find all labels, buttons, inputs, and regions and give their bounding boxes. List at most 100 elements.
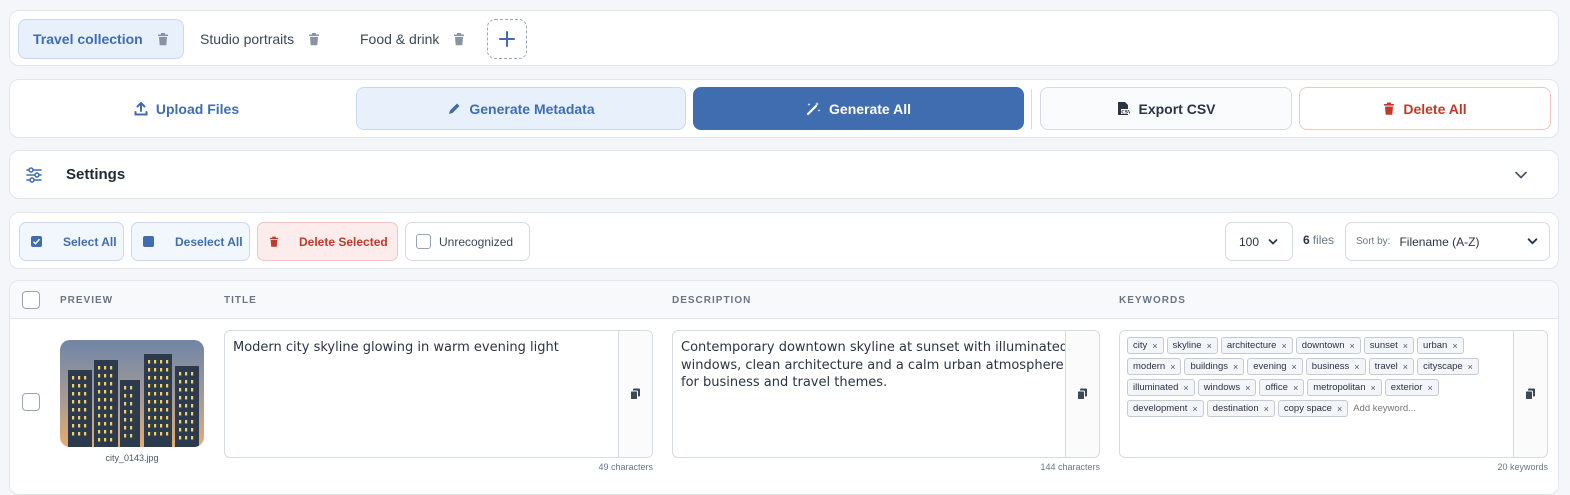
keyword-chip[interactable]: exterior × — [1384, 379, 1439, 396]
keyword-chip[interactable]: cityscape × — [1417, 358, 1479, 375]
add-tab-button[interactable] — [487, 19, 527, 59]
copy-icon — [1525, 388, 1535, 400]
file-count-value: 6 — [1303, 233, 1310, 247]
copy-icon — [1077, 388, 1087, 400]
unrecognized-filter-toggle[interactable]: Unrecognized — [405, 222, 530, 261]
title-field[interactable]: Modern city skyline glowing in warm even… — [224, 330, 653, 458]
row-checkbox[interactable] — [22, 393, 40, 411]
keyword-chip[interactable]: modern × — [1127, 358, 1182, 375]
sort-label: Sort by: — [1356, 236, 1391, 247]
checkbox-checked-icon — [31, 236, 42, 247]
sort-value: Filename (A-Z) — [1399, 234, 1480, 249]
keyword-chip[interactable]: buildings × — [1184, 358, 1245, 375]
copy-title-button[interactable] — [618, 331, 652, 457]
tab-label: Studio portraits — [200, 31, 295, 47]
unrecognized-checkbox[interactable] — [416, 234, 431, 249]
checkbox-square-icon — [143, 236, 154, 247]
delete-all-label: Delete All — [1403, 100, 1467, 117]
deselect-all-button[interactable]: Deselect All — [131, 222, 250, 261]
keyword-chip[interactable]: office × — [1259, 379, 1305, 396]
keyword-chip[interactable]: downtown × — [1295, 337, 1361, 354]
upload-files-label: Upload Files — [155, 100, 240, 117]
file-count-label: files — [1312, 233, 1335, 247]
copy-icon — [630, 388, 640, 400]
trash-icon — [1384, 102, 1395, 115]
keyword-chip[interactable]: business × — [1305, 358, 1366, 375]
export-csv-button[interactable]: CSV Export CSV — [1040, 87, 1292, 130]
add-keyword-input[interactable] — [1353, 400, 1464, 417]
trash-icon[interactable] — [157, 32, 169, 46]
divider — [1031, 89, 1032, 129]
page-size-value: 100 — [1239, 234, 1260, 249]
chevron-down-icon[interactable] — [1514, 169, 1528, 181]
title-char-count: 49 characters — [598, 462, 653, 472]
chevron-down-icon — [1268, 238, 1278, 245]
chevron-down-icon — [1527, 238, 1538, 245]
file-toolbar: Select All Deselect All Delete Selected … — [9, 212, 1559, 269]
tab-food-drink[interactable]: Food & drink — [346, 19, 479, 59]
keyword-count: 20 keywords — [1497, 462, 1548, 472]
tab-label: Food & drink — [360, 31, 440, 47]
deselect-all-label: Deselect All — [175, 234, 243, 249]
keyword-chip[interactable]: sunset × — [1363, 337, 1415, 354]
generate-metadata-label: Generate Metadata — [469, 100, 595, 117]
generate-metadata-button[interactable]: Generate Metadata — [356, 87, 686, 130]
select-all-button[interactable]: Select All — [19, 222, 124, 261]
collection-tabs-bar: Travel collection Studio portraits Food … — [9, 10, 1559, 66]
delete-selected-button[interactable]: Delete Selected — [257, 222, 398, 261]
keyword-chip[interactable]: evening × — [1247, 358, 1303, 375]
csv-file-icon: CSV — [1118, 102, 1131, 115]
magic-wand-icon — [806, 102, 821, 116]
keyword-chip[interactable]: development × — [1127, 400, 1204, 417]
delete-all-button[interactable]: Delete All — [1299, 87, 1551, 130]
tab-label: Travel collection — [33, 31, 143, 47]
keywords-field[interactable]: city × skyline × architecture × downtown × sunse… — [1119, 330, 1548, 458]
keyword-chip[interactable]: illuminated × — [1127, 379, 1195, 396]
thumbnail-image[interactable] — [60, 340, 204, 447]
file-count: 6 files — [1303, 233, 1334, 247]
settings-title: Settings — [66, 166, 126, 183]
keyword-chip[interactable]: copy space × — [1277, 400, 1349, 417]
trash-icon[interactable] — [308, 32, 320, 46]
export-csv-label: Export CSV — [1138, 100, 1216, 117]
sort-select[interactable]: Sort by: Filename (A-Z) — [1345, 222, 1550, 261]
unrecognized-label: Unrecognized — [439, 234, 514, 249]
keyword-chip[interactable]: travel × — [1368, 358, 1415, 375]
keyword-chip[interactable]: metropolitan × — [1307, 379, 1382, 396]
description-text[interactable]: Contemporary downtown skyline at sunset … — [681, 339, 1068, 392]
description-field[interactable]: Contemporary downtown skyline at sunset … — [672, 330, 1100, 458]
keyword-chip[interactable]: urban × — [1417, 337, 1464, 354]
keyword-list: city × skyline × architecture × downtown × sunse… — [1127, 337, 1512, 421]
keyword-chip[interactable]: architecture × — [1220, 337, 1293, 354]
svg-text:CSV: CSV — [1122, 109, 1131, 115]
keyword-chip[interactable]: city × — [1127, 337, 1164, 354]
keyword-chip[interactable]: skyline × — [1166, 337, 1218, 354]
thumbnail-filename: city_0143.jpg — [105, 453, 159, 463]
column-header-description: DESCRIPTION — [672, 295, 752, 306]
copy-keywords-button[interactable] — [1513, 331, 1547, 457]
delete-selected-label: Delete Selected — [299, 234, 388, 249]
description-char-count: 144 characters — [1040, 462, 1100, 472]
trash-icon[interactable] — [453, 32, 465, 46]
upload-files-button[interactable]: Upload Files — [18, 87, 355, 130]
trash-icon — [269, 236, 279, 247]
keyword-chip[interactable]: windows × — [1197, 379, 1257, 396]
generate-all-label: Generate All — [829, 100, 911, 117]
column-header-keywords: KEYWORDS — [1119, 295, 1186, 306]
generate-all-button[interactable]: Generate All — [693, 87, 1024, 130]
keyword-chip[interactable]: destination × — [1206, 400, 1275, 417]
upload-icon — [134, 101, 148, 115]
tab-travel-collection[interactable]: Travel collection — [18, 19, 184, 59]
page-size-select[interactable]: 100 — [1225, 222, 1293, 261]
sliders-icon — [26, 167, 42, 183]
title-text[interactable]: Modern city skyline glowing in warm even… — [233, 339, 559, 357]
column-header-title: TITLE — [224, 295, 257, 306]
settings-panel-header[interactable]: Settings — [9, 150, 1559, 199]
select-all-rows-checkbox[interactable] — [22, 291, 40, 309]
tab-studio-portraits[interactable]: Studio portraits — [186, 19, 334, 59]
action-bar: Upload Files Generate Metadata Generate … — [9, 79, 1559, 138]
plus-icon — [499, 31, 515, 47]
column-header-preview: PREVIEW — [60, 295, 114, 306]
pencil-icon — [449, 103, 460, 114]
copy-description-button[interactable] — [1065, 331, 1099, 457]
